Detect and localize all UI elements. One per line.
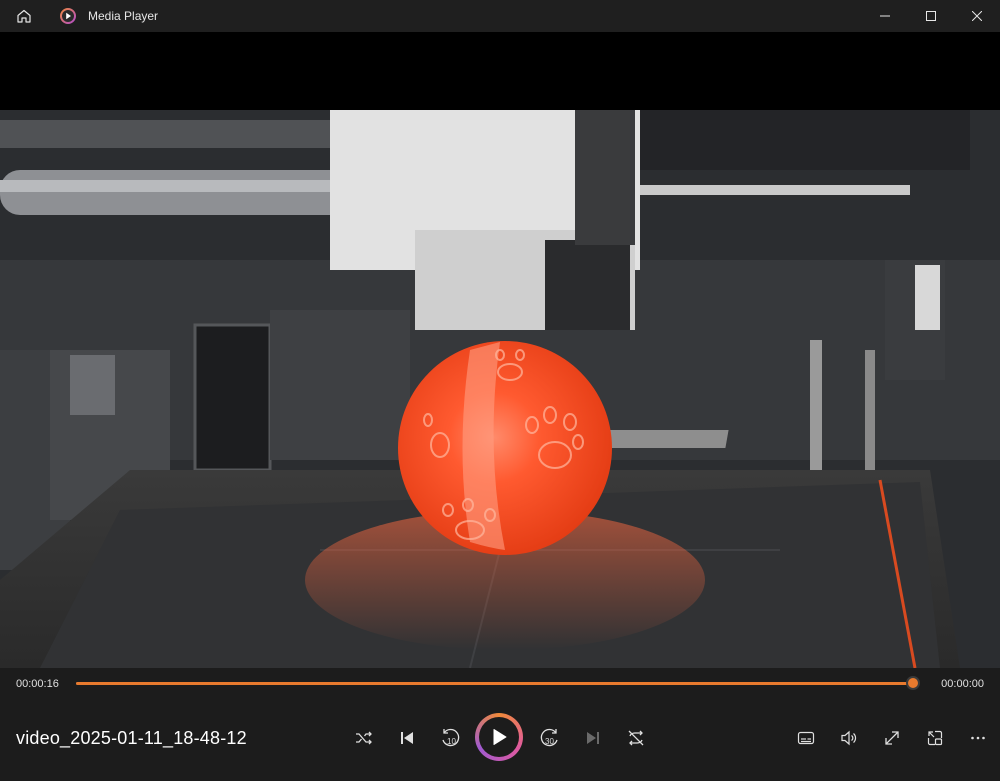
- skip-back-10-icon: 10: [442, 728, 460, 747]
- close-button[interactable]: [954, 0, 1000, 32]
- skip-forward-button[interactable]: 30: [532, 720, 568, 756]
- current-time: 00:00:16: [16, 678, 59, 690]
- media-player-icon: [58, 6, 78, 26]
- next-icon: [587, 732, 599, 744]
- next-button[interactable]: [575, 720, 611, 756]
- more-icon: [971, 736, 985, 740]
- shuffle-button[interactable]: [346, 720, 382, 756]
- playback-controls: 00:00:16 00:00:00 video_2025-01-11_18-48…: [0, 668, 1000, 781]
- skip-forward-seconds: 30: [545, 737, 554, 746]
- video-area[interactable]: [0, 32, 1000, 668]
- title-bar: Media Player: [0, 0, 1000, 32]
- minimize-button[interactable]: [862, 0, 908, 32]
- video-frame: [0, 110, 1000, 668]
- seek-bar[interactable]: [76, 676, 921, 690]
- home-button[interactable]: [0, 0, 48, 32]
- window-title: Media Player: [88, 9, 159, 23]
- subtitles-button[interactable]: [788, 720, 824, 756]
- home-icon: [17, 9, 31, 23]
- repeat-icon: [628, 730, 644, 746]
- skip-back-seconds: 10: [447, 737, 456, 746]
- video-title: video_2025-01-11_18-48-12: [16, 728, 247, 748]
- volume-icon: [841, 730, 857, 746]
- close-icon: [972, 11, 982, 21]
- subtitles-icon: [797, 731, 815, 745]
- play-icon: [493, 729, 507, 745]
- repeat-button[interactable]: [618, 720, 654, 756]
- volume-button[interactable]: [831, 720, 867, 756]
- more-options-button[interactable]: [960, 720, 996, 756]
- mini-player-button[interactable]: [917, 720, 953, 756]
- play-button[interactable]: [475, 713, 523, 761]
- skip-back-button[interactable]: 10: [432, 720, 468, 756]
- previous-button[interactable]: [389, 720, 425, 756]
- previous-icon: [401, 732, 413, 744]
- seek-bar-progress: [76, 682, 914, 685]
- maximize-icon: [926, 11, 936, 21]
- seek-bar-thumb[interactable]: [906, 676, 921, 690]
- shuffle-icon: [356, 731, 372, 745]
- duration-time: 00:00:00: [941, 678, 984, 690]
- minimize-icon: [880, 15, 890, 17]
- media-player-window: Media Player 00:00:16 00:00:00 video_202…: [0, 0, 1000, 781]
- mini-player-icon: [927, 730, 943, 746]
- skip-forward-30-icon: 30: [540, 728, 558, 747]
- fullscreen-button[interactable]: [874, 720, 910, 756]
- fullscreen-icon: [885, 731, 899, 745]
- maximize-button[interactable]: [908, 0, 954, 32]
- video-image: [0, 110, 1000, 668]
